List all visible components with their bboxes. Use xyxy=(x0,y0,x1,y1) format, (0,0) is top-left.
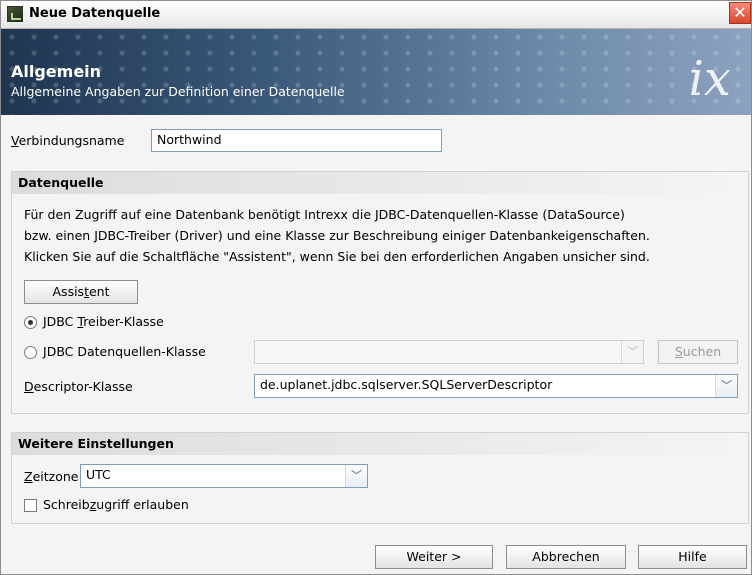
driver-class-radio[interactable] xyxy=(24,316,37,329)
page-title: Allgemein xyxy=(11,62,102,81)
connection-name-label: Verbindungsname xyxy=(11,133,125,148)
datasource-header: Datenquelle xyxy=(12,172,748,194)
help-button[interactable]: Hilfe xyxy=(638,545,747,569)
description-line-1: Für den Zugriff auf eine Datenbank benöt… xyxy=(24,207,625,222)
chevron-down-icon: ﹀ xyxy=(345,465,367,487)
next-button[interactable]: Weiter > xyxy=(375,545,493,569)
close-button[interactable]: ✕ xyxy=(729,2,751,24)
datasource-class-radio[interactable] xyxy=(24,346,37,359)
descriptor-class-combo[interactable]: de.uplanet.jdbc.sqlserver.SQLServerDescr… xyxy=(254,374,738,398)
datasource-class-combo[interactable]: ﹀ xyxy=(254,340,644,364)
write-access-checkbox[interactable] xyxy=(24,499,37,512)
datasource-class-label: JDBC Datenquellen-Klasse xyxy=(43,344,206,359)
assistant-button[interactable]: Assistent xyxy=(24,280,138,304)
cancel-button[interactable]: Abbrechen xyxy=(506,545,626,569)
intrexx-logo: ix xyxy=(688,51,731,107)
window-title: Neue Datenquelle xyxy=(29,6,161,21)
dialog-window: Neue Datenquelle ✕ Allgemein Allgemeine … xyxy=(0,0,752,575)
datasource-group: Datenquelle Für den Zugriff auf eine Dat… xyxy=(11,171,749,414)
search-button[interactable]: Suchen xyxy=(658,340,738,364)
write-access-label: Schreibzugriff erlauben xyxy=(43,497,189,512)
timezone-combo[interactable]: UTC ﹀ xyxy=(80,464,368,488)
timezone-label: Zeitzone xyxy=(24,469,79,484)
title-bar: Neue Datenquelle ✕ xyxy=(1,1,751,29)
driver-class-label: JDBC Treiber-Klasse xyxy=(43,314,164,329)
app-icon xyxy=(7,6,23,22)
descriptor-class-label: Descriptor-Klasse xyxy=(24,379,133,394)
description-line-2: bzw. einen JDBC-Treiber (Driver) und ein… xyxy=(24,228,650,243)
settings-group: Weitere Einstellungen Zeitzone UTC ﹀ Sch… xyxy=(11,432,749,524)
banner-pattern xyxy=(1,29,751,115)
description-line-3: Klicken Sie auf die Schaltfläche "Assist… xyxy=(24,249,650,264)
header-banner: Allgemein Allgemeine Angaben zur Definit… xyxy=(1,29,751,115)
settings-header: Weitere Einstellungen xyxy=(12,433,748,455)
chevron-down-icon: ﹀ xyxy=(715,375,737,397)
connection-name-input[interactable]: Northwind xyxy=(151,129,442,152)
page-subtitle: Allgemeine Angaben zur Definition einer … xyxy=(11,84,345,99)
chevron-down-icon: ﹀ xyxy=(621,341,643,363)
